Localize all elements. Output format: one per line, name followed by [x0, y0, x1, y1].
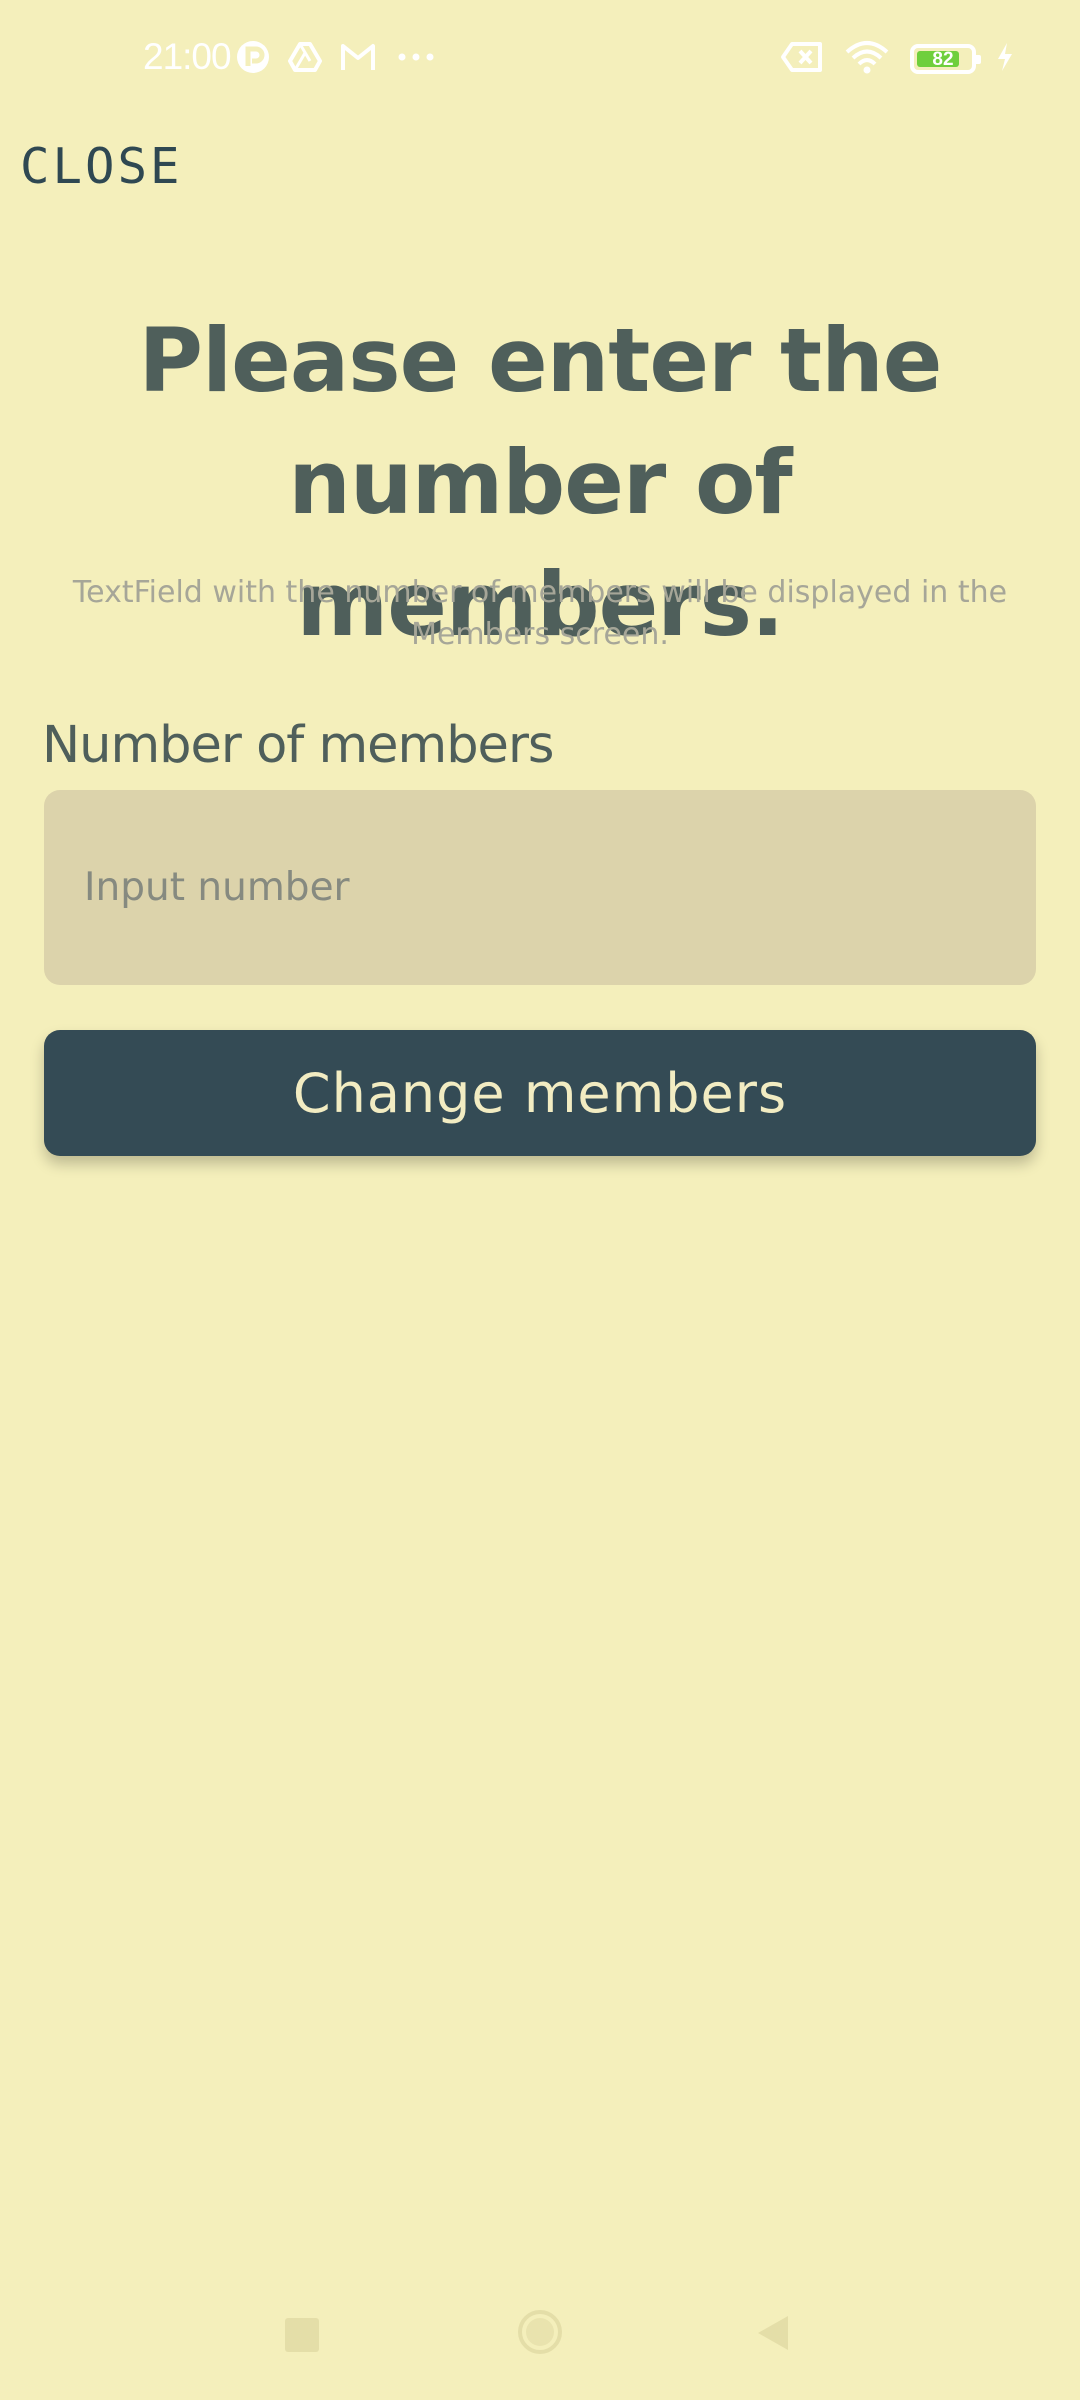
battery-level: 82 — [932, 48, 954, 70]
charging-icon — [996, 42, 1014, 76]
navigation-bar — [0, 2290, 1080, 2380]
page-subtitle: TextField with the number of members wil… — [50, 572, 1030, 656]
change-members-button[interactable]: Change members — [44, 1030, 1036, 1156]
status-right-icons: 82 — [780, 40, 1014, 78]
page-subtitle-line-2: Members screen. — [411, 617, 669, 652]
drive-icon — [288, 41, 322, 73]
page-title-line-1: Please enter the — [138, 309, 943, 412]
wifi-icon — [844, 40, 890, 78]
more-dots-icon — [394, 52, 438, 62]
status-time: 21:00 — [143, 36, 232, 77]
page-subtitle-line-1: TextField with the number of members wil… — [72, 575, 1008, 610]
back-triangle-icon[interactable] — [756, 2314, 790, 2356]
no-sim-icon — [780, 41, 824, 77]
status-bar: 21:00 82 — [0, 0, 1080, 120]
recents-square-icon[interactable] — [285, 2318, 319, 2352]
members-number-input[interactable] — [84, 790, 984, 985]
members-field-label: Number of members — [42, 716, 554, 775]
status-left-icons — [236, 40, 438, 74]
gmail-icon — [340, 42, 376, 72]
r-app-icon — [236, 40, 270, 74]
battery-icon: 82 — [910, 44, 981, 74]
home-circle-icon[interactable] — [518, 2310, 562, 2354]
members-field-container[interactable] — [44, 790, 1036, 985]
close-button[interactable]: CLOSE — [20, 138, 183, 195]
